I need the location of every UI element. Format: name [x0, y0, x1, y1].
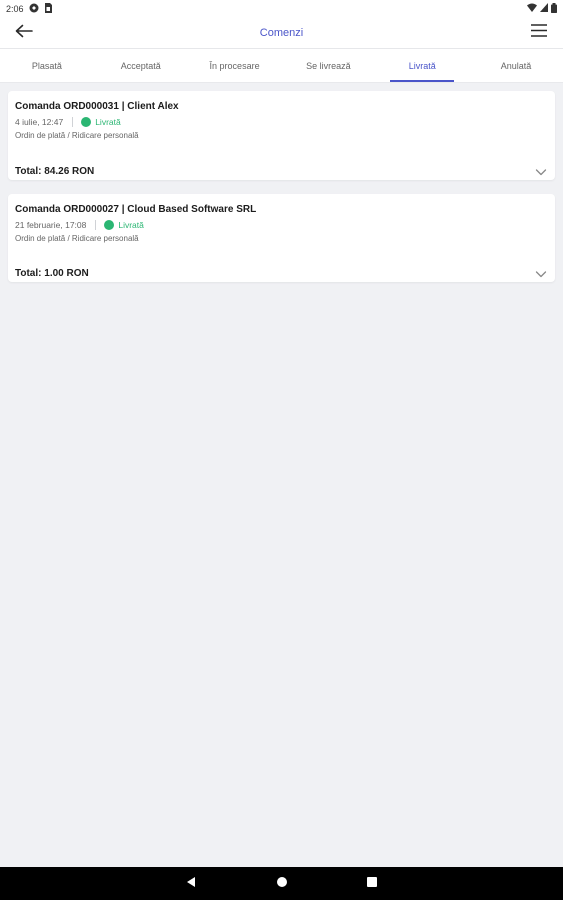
order-card[interactable]: Comanda ORD000031 | Client Alex 4 iulie,…	[8, 91, 555, 180]
app-bar: Comenzi	[0, 17, 563, 49]
status-dot-icon	[81, 117, 92, 127]
tab-acceptata[interactable]: Acceptată	[94, 49, 188, 82]
recents-square-icon	[366, 875, 378, 893]
system-nav-bar	[0, 867, 563, 900]
order-payment: Ordin de plată / Ridicare personală	[15, 131, 139, 140]
page-title: Comenzi	[259, 26, 304, 39]
tab-in-procesare[interactable]: În procesare	[188, 49, 282, 82]
order-card[interactable]: Comanda ORD000027 | Cloud Based Software…	[8, 194, 555, 282]
nav-home-button[interactable]	[275, 877, 289, 891]
tab-livrata[interactable]: Livrată	[375, 49, 469, 82]
signal-icon	[540, 3, 548, 14]
back-button[interactable]	[12, 21, 36, 45]
nav-back-button[interactable]	[184, 877, 198, 891]
battery-icon	[551, 2, 557, 15]
menu-button[interactable]	[527, 21, 551, 45]
order-date: 21 februarie, 17:08	[15, 220, 87, 230]
order-title: Comanda ORD000031 | Client Alex	[15, 101, 179, 112]
meta-divider	[72, 117, 74, 127]
status-badge: Livrată	[118, 220, 144, 230]
tab-se-livreaza[interactable]: Se livrează	[281, 49, 375, 82]
order-date: 4 iulie, 12:47	[15, 117, 64, 127]
home-circle-icon	[276, 875, 288, 893]
order-total: Total: 84.26 RON	[15, 166, 95, 177]
sim-card-icon	[44, 2, 52, 15]
arrow-left-icon	[15, 24, 33, 43]
order-total: Total: 1.00 RON	[15, 268, 89, 279]
status-dot-icon	[104, 220, 115, 230]
nav-recents-button[interactable]	[365, 877, 379, 891]
back-triangle-icon	[185, 875, 197, 893]
clock: 2:06	[6, 3, 24, 14]
status-tabs: Plasată Acceptată În procesare Se livrea…	[0, 49, 563, 83]
order-payment: Ordin de plată / Ridicare personală	[15, 234, 139, 243]
wifi-icon	[527, 3, 537, 14]
chevron-down-icon[interactable]	[535, 165, 547, 177]
status-bar: 2:06	[0, 0, 563, 17]
meta-divider	[95, 220, 97, 230]
order-title: Comanda ORD000027 | Cloud Based Software…	[15, 204, 257, 215]
tab-anulata[interactable]: Anulată	[469, 49, 563, 82]
tab-plasata[interactable]: Plasată	[0, 49, 94, 82]
hamburger-menu-icon	[531, 24, 547, 42]
status-badge: Livrată	[95, 117, 121, 127]
app-notification-icon	[29, 3, 39, 15]
order-meta: 21 februarie, 17:08 Livrată	[15, 220, 144, 230]
chevron-down-icon[interactable]	[535, 267, 547, 279]
order-meta: 4 iulie, 12:47 Livrată	[15, 117, 121, 127]
